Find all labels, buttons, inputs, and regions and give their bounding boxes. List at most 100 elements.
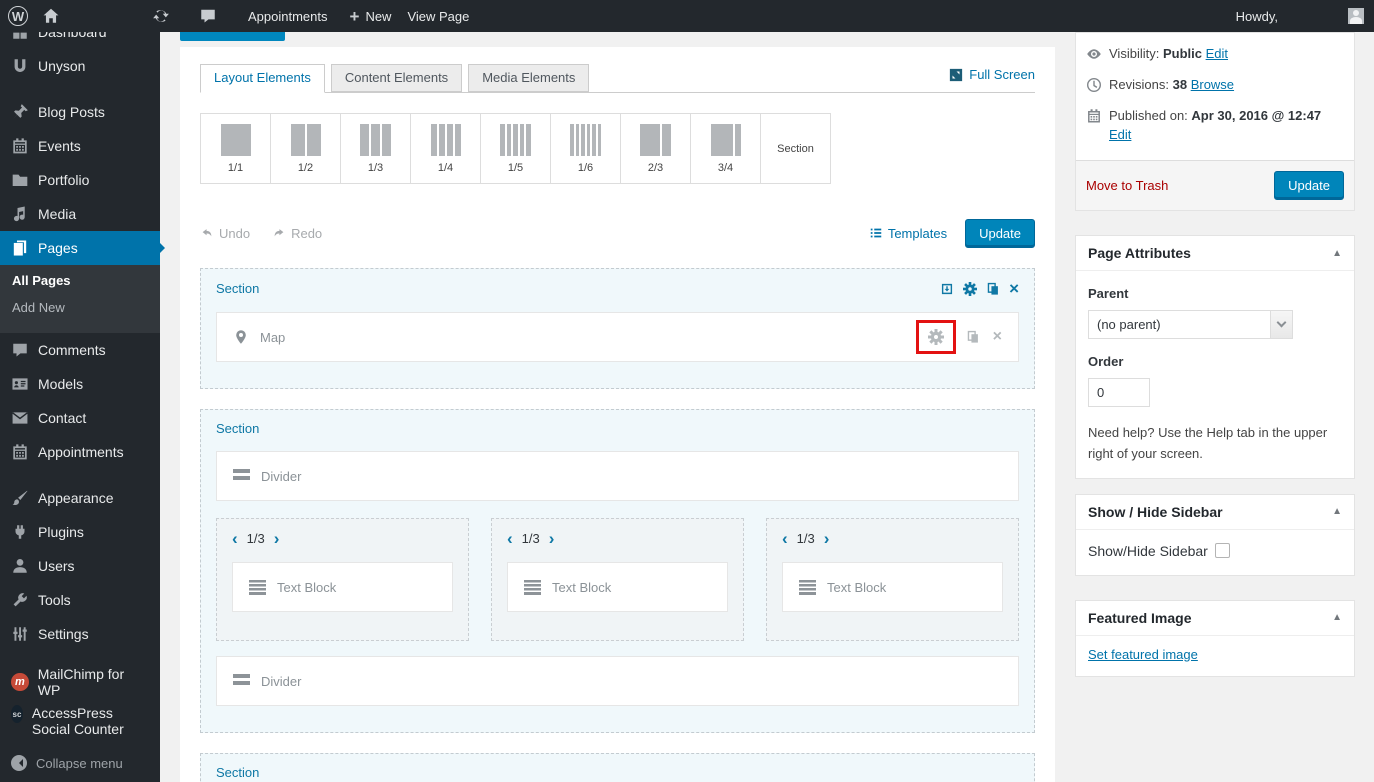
comments-icon[interactable] (199, 7, 217, 25)
divider-element-bottom[interactable]: Divider (216, 656, 1019, 706)
section-settings-gear-icon[interactable] (963, 282, 977, 296)
sidebar-item-appointments[interactable]: Appointments (0, 435, 160, 469)
move-column-right-icon[interactable]: › (549, 530, 555, 547)
submenu-all-pages[interactable]: All Pages (0, 267, 160, 294)
sidebar-item-accesspress-social-counter[interactable]: sc AccessPress Social Counter (0, 699, 160, 745)
sidebar-item-comments[interactable]: Comments (0, 333, 160, 367)
sidebar-item-unyson[interactable]: Unyson (0, 49, 160, 83)
move-column-right-icon[interactable]: › (824, 530, 830, 547)
layout-element-1-1[interactable]: 1/1 (200, 113, 271, 184)
columns-glyph (290, 124, 322, 156)
admin-bar-new[interactable]: + New (350, 8, 392, 25)
text-block-icon (799, 580, 816, 595)
update-button[interactable]: Update (1274, 171, 1344, 200)
map-delete-icon[interactable]: × (993, 329, 1002, 345)
map-element[interactable]: Map × (216, 312, 1019, 362)
envelope-icon (11, 409, 29, 427)
wordpress-logo-icon[interactable]: W (8, 6, 28, 26)
move-to-trash-link[interactable]: Move to Trash (1086, 178, 1168, 193)
map-settings-gear-icon[interactable] (928, 329, 944, 345)
parent-select[interactable]: (no parent) (1088, 310, 1293, 339)
layout-element-1-5[interactable]: 1/5 (480, 113, 551, 184)
layout-element-1-3[interactable]: 1/3 (340, 113, 411, 184)
layout-elements-row: 1/1 1/2 1/3 1/4 1/5 1/6 2/3 3/4 (200, 113, 1035, 184)
sidebar-item-media[interactable]: Media (0, 197, 160, 231)
columns-row: ‹ 1/3 › Text Block ‹ 1/3 › Text Block (216, 518, 1019, 641)
builder-toggle-button-cutoff[interactable] (180, 32, 285, 41)
redo-button[interactable]: Redo (272, 226, 322, 241)
calendar-icon (11, 137, 29, 155)
submenu-add-new[interactable]: Add New (0, 294, 160, 321)
divider-element-top[interactable]: Divider (216, 451, 1019, 501)
section-delete-icon[interactable]: × (1009, 280, 1019, 297)
published-edit-link[interactable]: Edit (1109, 127, 1131, 142)
tab-media-elements[interactable]: Media Elements (468, 64, 589, 92)
visibility-edit-link[interactable]: Edit (1206, 46, 1228, 61)
revisions-browse-link[interactable]: Browse (1191, 77, 1234, 92)
pages-submenu: All Pages Add New (0, 265, 160, 333)
divider-icon (233, 469, 250, 483)
sidebar-item-events[interactable]: Events (0, 129, 160, 163)
text-block-element[interactable]: Text Block (782, 562, 1003, 612)
home-icon[interactable] (42, 7, 60, 25)
sidebar-item-settings[interactable]: Settings (0, 617, 160, 651)
text-block-element[interactable]: Text Block (507, 562, 728, 612)
tab-content-elements[interactable]: Content Elements (331, 64, 462, 92)
id-card-icon (11, 375, 29, 393)
sidebar-item-blog-posts[interactable]: Blog Posts (0, 95, 160, 129)
collapse-panel-icon[interactable]: ▲ (1332, 612, 1342, 623)
sidebar-item-appearance[interactable]: Appearance (0, 481, 160, 515)
sidebar-item-contact[interactable]: Contact (0, 401, 160, 435)
tab-layout-elements[interactable]: Layout Elements (200, 64, 325, 93)
howdy-label[interactable]: Howdy, (1236, 9, 1278, 24)
map-duplicate-icon[interactable] (966, 330, 980, 344)
columns-glyph (220, 124, 252, 156)
layout-element-section[interactable]: Section (760, 113, 831, 184)
text-block-element[interactable]: Text Block (232, 562, 453, 612)
move-column-left-icon[interactable]: ‹ (507, 530, 513, 547)
pushpin-icon (11, 103, 29, 121)
sidebar-item-pages[interactable]: Pages (0, 231, 160, 265)
layout-element-3-4[interactable]: 3/4 (690, 113, 761, 184)
collapse-panel-icon[interactable]: ▲ (1332, 248, 1342, 259)
builder-update-button[interactable]: Update (965, 219, 1035, 248)
undo-button[interactable]: Undo (200, 226, 250, 241)
sidebar-item-plugins[interactable]: Plugins (0, 515, 160, 549)
wrench-icon (11, 591, 29, 609)
layout-element-1-6[interactable]: 1/6 (550, 113, 621, 184)
sidebar-item-tools[interactable]: Tools (0, 583, 160, 617)
admin-bar: W Appointments + New View Page Howdy, (0, 0, 1374, 32)
featured-image-title: Featured Image (1088, 610, 1191, 626)
section-save-template-icon[interactable] (940, 282, 954, 296)
comment-bubble-icon (11, 341, 29, 359)
move-column-left-icon[interactable]: ‹ (782, 530, 788, 547)
pages-icon (11, 239, 29, 257)
page-attributes-title: Page Attributes (1088, 245, 1191, 261)
set-featured-image-link[interactable]: Set featured image (1088, 647, 1198, 662)
show-hide-sidebar-checkbox[interactable] (1215, 543, 1230, 558)
layout-element-1-2[interactable]: 1/2 (270, 113, 341, 184)
collapse-menu-button[interactable]: Collapse menu (0, 749, 160, 777)
avatar[interactable] (1348, 8, 1364, 24)
move-column-left-icon[interactable]: ‹ (232, 530, 238, 547)
updates-icon[interactable] (152, 7, 170, 25)
full-screen-button[interactable]: Full Screen (949, 67, 1035, 82)
sliders-icon (11, 625, 29, 643)
layout-element-1-4[interactable]: 1/4 (410, 113, 481, 184)
media-icon (11, 205, 29, 223)
admin-bar-view-page[interactable]: View Page (407, 9, 469, 24)
sidebar-item-users[interactable]: Users (0, 549, 160, 583)
collapse-panel-icon[interactable]: ▲ (1332, 506, 1342, 517)
layout-element-2-3[interactable]: 2/3 (620, 113, 691, 184)
brush-icon (11, 489, 29, 507)
section-duplicate-icon[interactable] (986, 282, 1000, 296)
section-label: Section (216, 281, 259, 296)
admin-bar-appointments[interactable]: Appointments (248, 9, 328, 24)
text-block-icon (249, 580, 266, 595)
move-column-right-icon[interactable]: › (274, 530, 280, 547)
sidebar-item-portfolio[interactable]: Portfolio (0, 163, 160, 197)
sidebar-item-mailchimp[interactable]: m MailChimp for WP (0, 665, 160, 699)
templates-button[interactable]: Templates (869, 226, 947, 241)
order-input[interactable] (1088, 378, 1150, 407)
sidebar-item-models[interactable]: Models (0, 367, 160, 401)
